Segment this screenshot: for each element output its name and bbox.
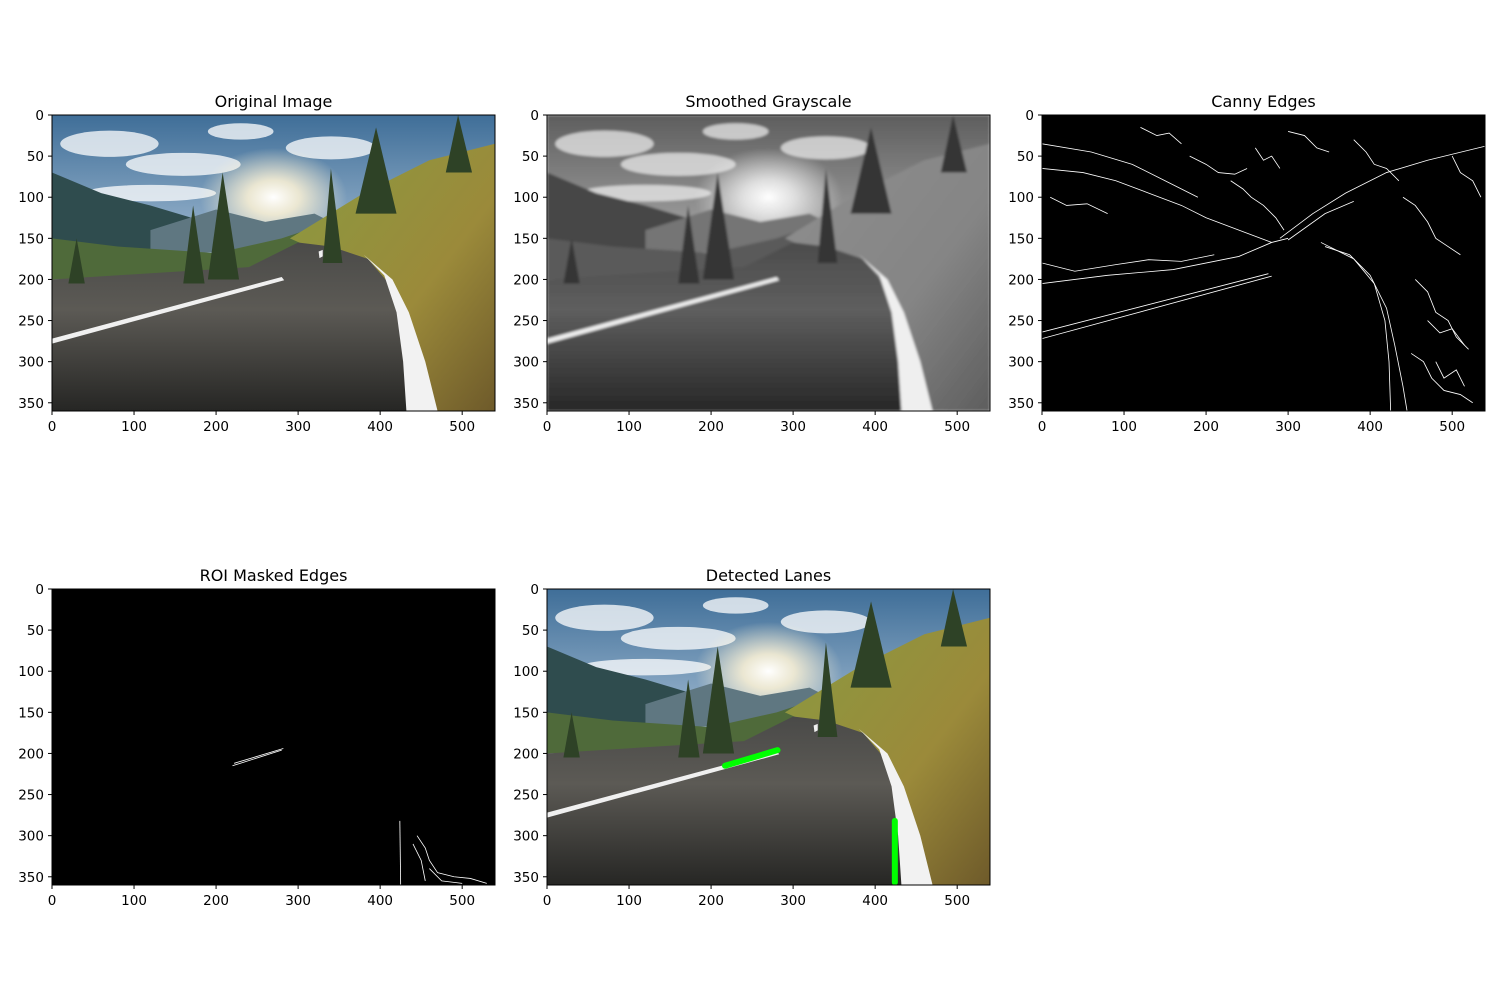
panel-image (547, 115, 990, 411)
panel-1: Original Image 0 100 200 300 400 500 0 50 100 150 2… (18, 92, 496, 435)
y-tick-label: 50 (1017, 149, 1034, 165)
y-tick-label: 150 (18, 705, 44, 721)
y-tick-label: 150 (18, 231, 44, 247)
y-tick-label: 0 (1025, 108, 1034, 124)
y-tick-label: 150 (1008, 231, 1034, 247)
y-tick-label: 350 (1008, 396, 1034, 412)
y-tick-label: 50 (522, 623, 539, 639)
y-tick-label: 200 (18, 272, 44, 288)
y-tick-label: 50 (27, 623, 44, 639)
x-tick-label: 200 (698, 893, 724, 909)
y-tick-label: 300 (513, 829, 539, 845)
y-tick-label: 250 (1008, 314, 1034, 330)
x-tick-label: 500 (944, 419, 970, 435)
x-tick-label: 400 (367, 893, 393, 909)
y-tick-label: 300 (18, 355, 44, 371)
panel-title: Canny Edges (1211, 92, 1315, 111)
y-tick-label: 250 (513, 788, 539, 804)
x-tick-label: 200 (203, 893, 229, 909)
y-tick-label: 200 (18, 746, 44, 762)
y-tick-label: 200 (513, 746, 539, 762)
panel-title: Smoothed Grayscale (685, 92, 851, 111)
y-tick-label: 350 (513, 870, 539, 886)
y-tick-label: 0 (35, 108, 44, 124)
x-tick-label: 0 (48, 419, 57, 435)
x-tick-label: 400 (1357, 419, 1383, 435)
y-tick-label: 0 (530, 582, 539, 598)
y-tick-label: 100 (513, 190, 539, 206)
panel-3: Canny Edges 0 100 200 300 400 500 0 50 100 150 200 2… (1008, 92, 1486, 435)
y-tick-label: 350 (18, 870, 44, 886)
panel-4: ROI Masked Edges 0 100 200 300 400 500 0 50 100 15… (18, 566, 496, 909)
y-tick-label: 100 (18, 664, 44, 680)
y-tick-label: 250 (18, 314, 44, 330)
y-tick-label: 100 (513, 664, 539, 680)
x-tick-label: 100 (121, 893, 147, 909)
x-tick-label: 0 (543, 893, 552, 909)
x-tick-label: 200 (698, 419, 724, 435)
x-tick-label: 500 (449, 893, 475, 909)
panel-2: Smoothed Grayscale 0 100 200 300 400 500 0 50 100… (513, 92, 991, 435)
x-tick-label: 200 (1193, 419, 1219, 435)
panel-image (1042, 115, 1485, 411)
panel-title: ROI Masked Edges (200, 566, 348, 585)
x-tick-label: 300 (780, 893, 806, 909)
y-tick-label: 350 (18, 396, 44, 412)
y-tick-label: 0 (530, 108, 539, 124)
x-tick-label: 0 (48, 893, 57, 909)
x-tick-label: 100 (121, 419, 147, 435)
y-tick-label: 300 (1008, 355, 1034, 371)
figure: Original Image0 100 200 300 400 5000501001502… (18, 92, 1486, 909)
y-tick-label: 50 (27, 149, 44, 165)
x-tick-label: 300 (285, 893, 311, 909)
panel-image (52, 115, 495, 411)
y-tick-label: 150 (513, 705, 539, 721)
x-tick-label: 500 (449, 419, 475, 435)
x-tick-label: 400 (862, 893, 888, 909)
y-tick-label: 100 (18, 190, 44, 206)
x-tick-label: 200 (203, 419, 229, 435)
panel-title: Detected Lanes (706, 566, 831, 585)
panel-image (52, 589, 495, 885)
y-tick-label: 200 (1008, 272, 1034, 288)
x-tick-label: 300 (285, 419, 311, 435)
y-tick-label: 250 (18, 788, 44, 804)
y-tick-label: 50 (522, 149, 539, 165)
x-tick-label: 0 (1038, 419, 1047, 435)
panel-5: Detected Lanes 0 100 200 300 400 500 0 50 100 150 2… (513, 566, 991, 909)
x-tick-label: 300 (780, 419, 806, 435)
x-tick-label: 100 (616, 419, 642, 435)
y-tick-label: 350 (513, 396, 539, 412)
x-tick-label: 400 (367, 419, 393, 435)
y-tick-label: 100 (1008, 190, 1034, 206)
panel-title: Original Image (215, 92, 333, 111)
y-tick-label: 150 (513, 231, 539, 247)
y-tick-label: 0 (35, 582, 44, 598)
y-tick-label: 300 (513, 355, 539, 371)
x-tick-label: 500 (1439, 419, 1465, 435)
x-tick-label: 0 (543, 419, 552, 435)
x-tick-label: 100 (1111, 419, 1137, 435)
y-tick-label: 300 (18, 829, 44, 845)
x-tick-label: 100 (616, 893, 642, 909)
y-tick-label: 250 (513, 314, 539, 330)
y-tick-label: 200 (513, 272, 539, 288)
x-tick-label: 300 (1275, 419, 1301, 435)
x-tick-label: 400 (862, 419, 888, 435)
x-tick-label: 500 (944, 893, 970, 909)
panel-image (547, 589, 990, 885)
